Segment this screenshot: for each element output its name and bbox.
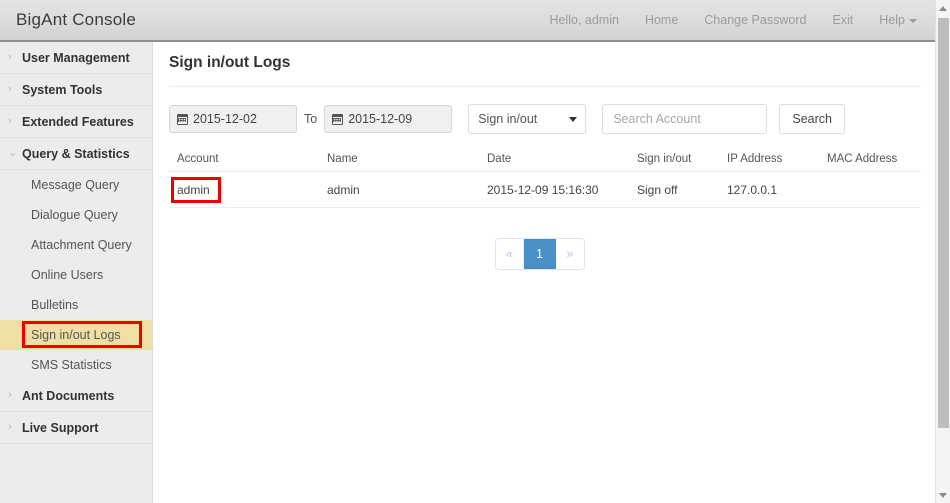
table-row[interactable]: admin admin 2015-12-09 15:16:30 Sign off… (169, 172, 921, 208)
sidebar-item-label: Sign in/out Logs (31, 328, 121, 342)
pagination-page-1[interactable]: 1 (524, 239, 556, 269)
nav-exit-link[interactable]: Exit (832, 13, 853, 27)
app-brand-title: BigAnt Console (16, 10, 136, 29)
sign-in-out-type-select[interactable]: Sign in/out (468, 104, 587, 134)
date-range-to-label: To (304, 112, 318, 126)
main-content: Sign in/out Logs 2015-12-02 To 2015-12-0… (153, 42, 935, 503)
sidebar-group-label: Ant Documents (22, 388, 115, 403)
chevron-right-icon: › (8, 389, 12, 401)
column-header-account: Account (177, 152, 219, 165)
date-to-value: 2015-12-09 (348, 112, 413, 126)
scrollbar-up-arrow[interactable] (936, 0, 950, 16)
date-from-value: 2015-12-02 (193, 112, 257, 126)
sidebar-group-extended-features[interactable]: › Extended Features (0, 106, 152, 138)
sidebar-item-label: Online Users (31, 268, 104, 282)
cell-date: 2015-12-09 15:16:30 (487, 182, 599, 197)
chevron-right-icon: › (8, 83, 12, 95)
triangle-down-icon (939, 492, 947, 498)
table-header-row: Account Name Date Sign in/out IP Address… (169, 146, 921, 172)
calendar-icon (177, 113, 188, 125)
cell-ip-address: 127.0.0.1 (727, 182, 778, 197)
scrollbar-thumb[interactable] (938, 18, 949, 428)
select-value: Sign in/out (478, 112, 538, 126)
chevron-right-icon: › (8, 421, 12, 433)
sidebar-item-sign-in-out-logs[interactable]: Sign in/out Logs (0, 320, 152, 350)
sidebar-item-sms-statistics[interactable]: SMS Statistics (0, 350, 152, 380)
vertical-scrollbar[interactable] (935, 0, 950, 503)
title-divider (169, 86, 921, 87)
date-from-input[interactable]: 2015-12-02 (169, 105, 297, 133)
scrollbar-down-arrow[interactable] (936, 487, 950, 503)
cell-name: admin (327, 182, 360, 197)
sidebar-group-query-statistics[interactable]: ⌄ Query & Statistics (0, 138, 152, 170)
sidebar-item-label: Bulletins (31, 298, 79, 312)
pagination: « 1 » (495, 238, 585, 270)
sidebar-group-system-tools[interactable]: › System Tools (0, 74, 152, 106)
search-button[interactable]: Search (779, 104, 846, 134)
date-to-input[interactable]: 2015-12-09 (324, 105, 453, 133)
chevron-right-icon: › (8, 115, 12, 127)
sidebar-group-label: Live Support (22, 420, 99, 435)
nav-home-link[interactable]: Home (645, 13, 678, 27)
calendar-icon (332, 113, 344, 125)
sidebar-item-message-query[interactable]: Message Query (0, 170, 152, 200)
sidebar-item-attachment-query[interactable]: Attachment Query (0, 230, 152, 260)
top-header-bar: BigAnt Console Hello, admin Home Change … (0, 0, 935, 42)
pagination-next-button[interactable]: » (556, 239, 584, 269)
sidebar-item-bulletins[interactable]: Bulletins (0, 290, 152, 320)
sidebar: › User Management › System Tools › Exten… (0, 42, 153, 503)
column-header-sign-in-out: Sign in/out (637, 152, 692, 165)
sidebar-group-user-management[interactable]: › User Management (0, 42, 152, 74)
cell-sign-in-out: Sign off (637, 182, 678, 197)
sidebar-group-label: Extended Features (22, 114, 134, 129)
column-header-date: Date (487, 152, 512, 165)
nav-greeting: Hello, admin (549, 13, 619, 27)
sidebar-item-label: Dialogue Query (31, 208, 118, 222)
sidebar-item-label: SMS Statistics (31, 358, 112, 372)
sidebar-group-ant-documents[interactable]: › Ant Documents (0, 380, 152, 412)
chevron-down-icon (909, 18, 917, 23)
page-title: Sign in/out Logs (169, 54, 291, 71)
application-window: BigAnt Console Hello, admin Home Change … (0, 0, 950, 503)
cell-account: admin (177, 182, 210, 197)
nav-help-label: Help (879, 13, 905, 27)
column-header-mac-address: MAC Address (827, 152, 898, 165)
sidebar-item-online-users[interactable]: Online Users (0, 260, 152, 290)
nav-change-password-link[interactable]: Change Password (704, 13, 806, 27)
column-header-name: Name (327, 152, 358, 165)
sidebar-group-label: User Management (22, 50, 130, 65)
sidebar-group-label: Query & Statistics (22, 146, 130, 161)
chevron-down-icon (569, 117, 578, 122)
sidebar-group-live-support[interactable]: › Live Support (0, 412, 152, 444)
logs-table: Account Name Date Sign in/out IP Address… (169, 146, 921, 208)
column-header-ip-address: IP Address (727, 152, 783, 165)
sidebar-item-label: Message Query (31, 178, 120, 192)
search-account-input[interactable] (602, 104, 768, 134)
chevron-right-icon: › (8, 51, 12, 63)
sidebar-item-dialogue-query[interactable]: Dialogue Query (0, 200, 152, 230)
chevron-down-icon: ⌄ (8, 147, 18, 159)
pagination-prev-button[interactable]: « (496, 239, 524, 269)
filter-toolbar: 2015-12-02 To 2015-12-09 Sign in/out Sea… (169, 104, 846, 134)
sidebar-item-label: Attachment Query (31, 238, 132, 252)
sidebar-group-label: System Tools (22, 82, 103, 97)
nav-help-menu[interactable]: Help (879, 13, 917, 27)
triangle-up-icon (939, 5, 947, 11)
top-navigation: Hello, admin Home Change Password Exit H… (549, 13, 917, 27)
